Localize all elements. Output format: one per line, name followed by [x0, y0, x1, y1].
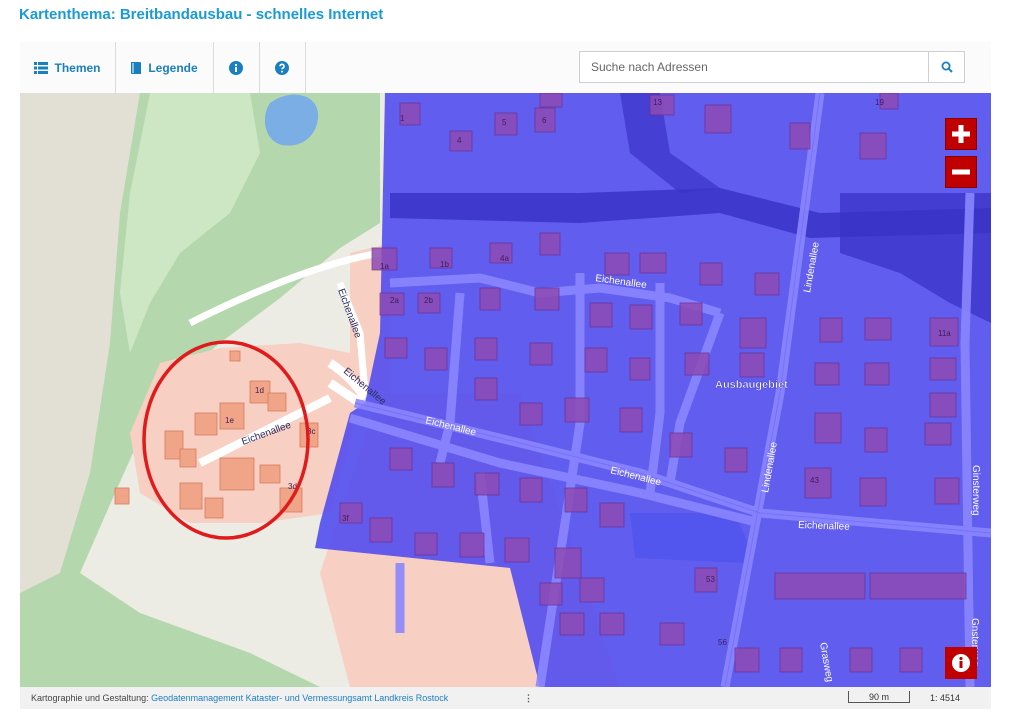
house-number: 1 [400, 114, 405, 123]
themes-label: Themen [54, 60, 101, 75]
legend-label: Legende [148, 60, 198, 75]
house-number: 43 [810, 476, 819, 485]
house-number: 1d [255, 386, 264, 395]
house-number: 3f [342, 514, 349, 523]
scale-bar: 90 m [848, 691, 910, 703]
house-number: 13 [653, 98, 662, 107]
search-button[interactable] [928, 52, 964, 82]
info-button[interactable] [213, 42, 260, 93]
house-number: 1e [225, 416, 234, 425]
house-number: 2b [424, 296, 433, 305]
info-icon [952, 654, 970, 672]
street-label: Eichenallee [798, 520, 850, 533]
house-number: 11a [938, 329, 951, 338]
map-info-button[interactable] [945, 647, 977, 679]
house-number: 56 [718, 638, 727, 647]
info-circle-icon [229, 60, 243, 75]
search-input[interactable] [580, 52, 929, 82]
attribution-prefix: Kartographie und Gestaltung: [31, 693, 149, 703]
question-circle-icon [275, 60, 289, 75]
legend-button[interactable]: Legende [115, 42, 214, 93]
house-number: 6 [542, 116, 547, 125]
scale-ratio: 1: 4514 [930, 693, 961, 703]
attribution-link[interactable]: Geodatenmanagement Kataster- und Vermess… [151, 693, 448, 703]
residential-area [130, 343, 360, 523]
book-icon [131, 61, 142, 74]
themes-button[interactable]: Themen [20, 42, 116, 93]
map-view[interactable]: Eichenallee Eichenallee Eichenallee Eich… [20, 93, 991, 687]
house-number: 2a [390, 296, 399, 305]
plus-icon [952, 125, 970, 143]
area-label: Ausbaugebiet [715, 379, 788, 391]
zoom-out-button[interactable] [945, 156, 977, 188]
map-canvas: Eichenallee Eichenallee Eichenallee Eich… [20, 93, 991, 687]
search-icon [941, 61, 953, 73]
house-number: 1a [380, 262, 389, 271]
address-search [579, 51, 965, 83]
house-number: 4 [457, 136, 462, 145]
house-number: 5 [502, 118, 507, 127]
house-number: 4a [500, 254, 509, 263]
zoom-in-button[interactable] [945, 118, 977, 150]
house-number: 53 [706, 575, 715, 584]
more-options-icon[interactable]: ⋮ [524, 687, 533, 709]
street-label: Ginsterweg [970, 465, 981, 516]
house-number: 1b [440, 260, 449, 269]
house-number: 19 [875, 98, 884, 107]
help-button[interactable] [259, 42, 306, 93]
map-toolbar: Themen Legende [20, 42, 991, 94]
minus-icon [952, 169, 970, 175]
list-icon [34, 61, 49, 74]
map-attribution: Kartographie und Gestaltung: Geodatenman… [20, 687, 991, 709]
page-title: Kartenthema: Breitbandausbau - schnelles… [19, 6, 384, 23]
